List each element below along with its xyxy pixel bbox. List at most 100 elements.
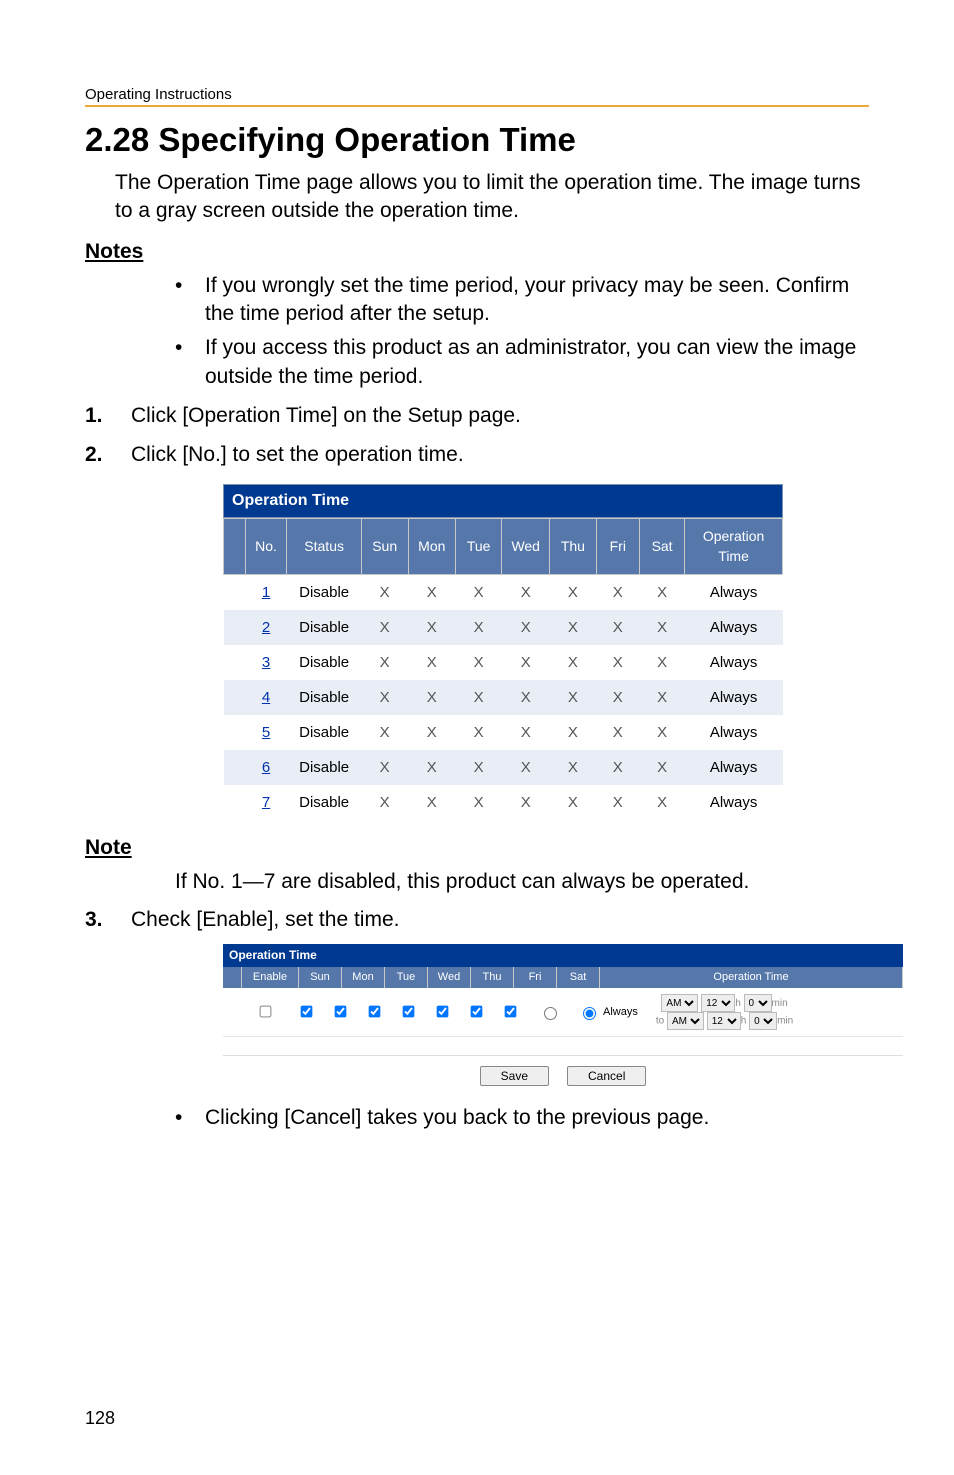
cell-status: Disable [287,610,361,645]
row-no-link[interactable]: 4 [262,689,270,706]
cell-status: Disable [287,575,361,611]
th-fri: Fri [596,519,639,575]
notes-item: If you wrongly set the time period, your… [175,272,869,329]
cell-day: X [550,785,596,820]
cell-day: X [456,680,502,715]
cell-day: X [456,785,502,820]
save-button[interactable]: Save [480,1066,549,1086]
table-row: 1DisableXXXXXXXAlways [224,575,783,611]
row-no-link[interactable]: 2 [262,619,270,636]
cell-day: X [456,645,502,680]
cell-no: 5 [245,715,287,750]
cell-no: 7 [245,785,287,820]
cancel-button[interactable]: Cancel [567,1066,646,1086]
step-number: 3. [85,905,103,934]
to-ampm-select[interactable]: AM [667,1012,704,1030]
wed-checkbox[interactable] [403,1005,415,1017]
cell-optime: Always [685,645,783,680]
cell-day: X [550,680,596,715]
notes-list: If you wrongly set the time period, your… [85,272,869,391]
sat-checkbox[interactable] [505,1005,517,1017]
cell-day: X [361,750,408,785]
cell-day: X [596,575,639,611]
cell-day: X [550,610,596,645]
row-spacer [224,680,246,715]
thu-checkbox[interactable] [437,1005,449,1017]
operation-time-table: Operation Time No. Status Sun Mon Tue We… [223,484,783,821]
always-radio[interactable] [583,1007,596,1020]
from-hour-select[interactable]: 12 [701,994,735,1012]
cell-day: X [639,715,684,750]
post-fig-bullet: Clicking [Cancel] takes you back to the … [175,1104,869,1132]
cell-day: X [639,785,684,820]
cell-day: X [502,680,550,715]
cell-day: X [639,610,684,645]
cell-no: 1 [245,575,287,611]
cell-day: X [456,715,502,750]
cell-day: X [639,645,684,680]
row-spacer [224,715,246,750]
row-no-link[interactable]: 1 [262,584,270,601]
cell-day: X [502,610,550,645]
th-wed: Wed [502,519,550,575]
th-sat: Sat [557,967,600,988]
mon-checkbox[interactable] [335,1005,347,1017]
from-ampm-select[interactable]: AM [661,994,698,1012]
intro-paragraph: The Operation Time page allows you to li… [115,169,869,226]
cell-day: X [361,680,408,715]
section-title: 2.28 Specifying Operation Time [85,121,869,159]
step-text: Click [Operation Time] on the Setup page… [131,404,521,427]
to-min-select[interactable]: 0 [749,1012,777,1030]
enable-checkbox[interactable] [260,1005,272,1017]
table-caption: Operation Time [223,484,783,518]
row-no-link[interactable]: 6 [262,759,270,776]
tue-checkbox[interactable] [369,1005,381,1017]
step-number: 2. [85,440,103,469]
cell-optime: Always [685,715,783,750]
cell-day: X [408,575,456,611]
row-no-link[interactable]: 3 [262,654,270,671]
cell-day: X [639,680,684,715]
operation-time-config: Operation Time Enable Sun Mon Tue Wed Th… [223,944,903,1092]
cell-day: X [596,645,639,680]
row-spacer [224,645,246,680]
step-3: 3. Check [Enable], set the time. Operati… [85,905,869,1133]
cell-day: X [408,750,456,785]
fri-checkbox[interactable] [471,1005,483,1017]
cell-no: 4 [245,680,287,715]
row-no-link[interactable]: 5 [262,724,270,741]
th-operation-time: Operation Time [600,967,903,988]
time-range-radio[interactable] [544,1007,557,1020]
cell-day: X [502,575,550,611]
cell-status: Disable [287,715,361,750]
cell-status: Disable [287,645,361,680]
cell-day: X [596,785,639,820]
row-no-link[interactable]: 7 [262,794,270,811]
sun-checkbox[interactable] [301,1005,313,1017]
th-thu: Thu [471,967,514,988]
cell-day: X [408,715,456,750]
table-row: 2DisableXXXXXXXAlways [224,610,783,645]
cell-no: 2 [245,610,287,645]
step-1: 1. Click [Operation Time] on the Setup p… [85,401,869,430]
cell-day: X [408,645,456,680]
cell-day: X [502,715,550,750]
th-thu: Thu [550,519,596,575]
from-min-select[interactable]: 0 [744,994,772,1012]
cell-day: X [596,715,639,750]
table-header-spacer [224,519,246,575]
th-mon: Mon [342,967,385,988]
row-spacer [224,610,246,645]
row-spacer [224,785,246,820]
row-spacer [224,575,246,611]
cell-day: X [639,575,684,611]
cell-no: 6 [245,750,287,785]
to-hour-select[interactable]: 12 [707,1012,741,1030]
config-header-spacer [223,967,242,988]
cell-day: X [550,750,596,785]
cell-day: X [361,785,408,820]
cell-optime: Always [685,680,783,715]
th-no: No. [245,519,287,575]
cell-status: Disable [287,680,361,715]
cell-day: X [456,575,502,611]
